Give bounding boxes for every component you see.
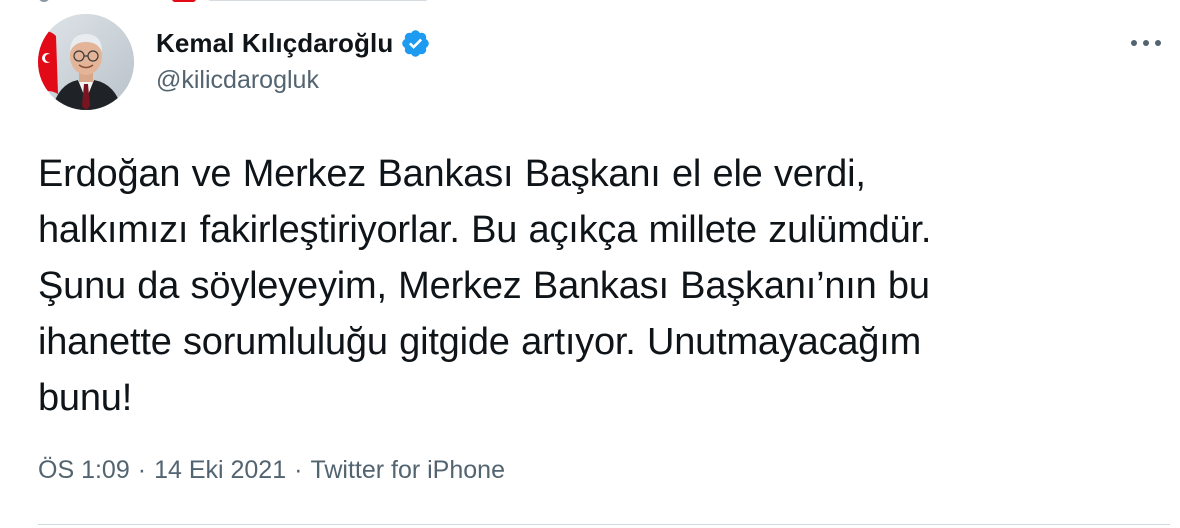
avatar-portrait <box>38 14 134 110</box>
tweet-text-line: halkımızı fakirleştiriyorlar. Bu açıkça … <box>38 209 932 251</box>
tweet-text-line: ihanette sorumluluğu gitgide artıyor. Un… <box>38 321 922 363</box>
separator: · <box>294 456 303 484</box>
more-options-button[interactable] <box>1126 28 1166 58</box>
author-name-row: Kemal Kılıçdaroğlu <box>156 26 431 60</box>
tweet-source[interactable]: Twitter for iPhone <box>310 456 505 485</box>
verified-badge-icon <box>400 28 431 59</box>
avatar[interactable] <box>38 14 134 110</box>
tweet-time[interactable]: ÖS 1:09 <box>38 456 130 485</box>
divider <box>38 524 1170 525</box>
tweet-metadata: ÖS 1:09 · 14 Eki 2021 · Twitter for iPho… <box>38 456 505 485</box>
display-name[interactable]: Kemal Kılıçdaroğlu <box>156 28 393 59</box>
tweet-text: Erdoğan ve Merkez Bankası Başkanı el ele… <box>38 146 1148 426</box>
tweet-text-line: bunu! <box>38 377 133 419</box>
user-handle[interactable]: @kilicdarogluk <box>156 66 431 95</box>
tweet-text-line: Şunu da söyleyeyim, Merkez Bankası Başka… <box>38 265 930 307</box>
tweet-text-line: Erdoğan ve Merkez Bankası Başkanı el ele… <box>38 153 866 195</box>
tweet-card: Kemal Kılıçdaroğlu @kilicdarogluk Erdoğa… <box>0 0 1180 528</box>
tweet-date[interactable]: 14 Eki 2021 <box>154 456 286 485</box>
more-options-icon <box>1131 40 1161 46</box>
author-block: Kemal Kılıçdaroğlu @kilicdarogluk <box>156 26 431 95</box>
separator: · <box>137 456 147 484</box>
